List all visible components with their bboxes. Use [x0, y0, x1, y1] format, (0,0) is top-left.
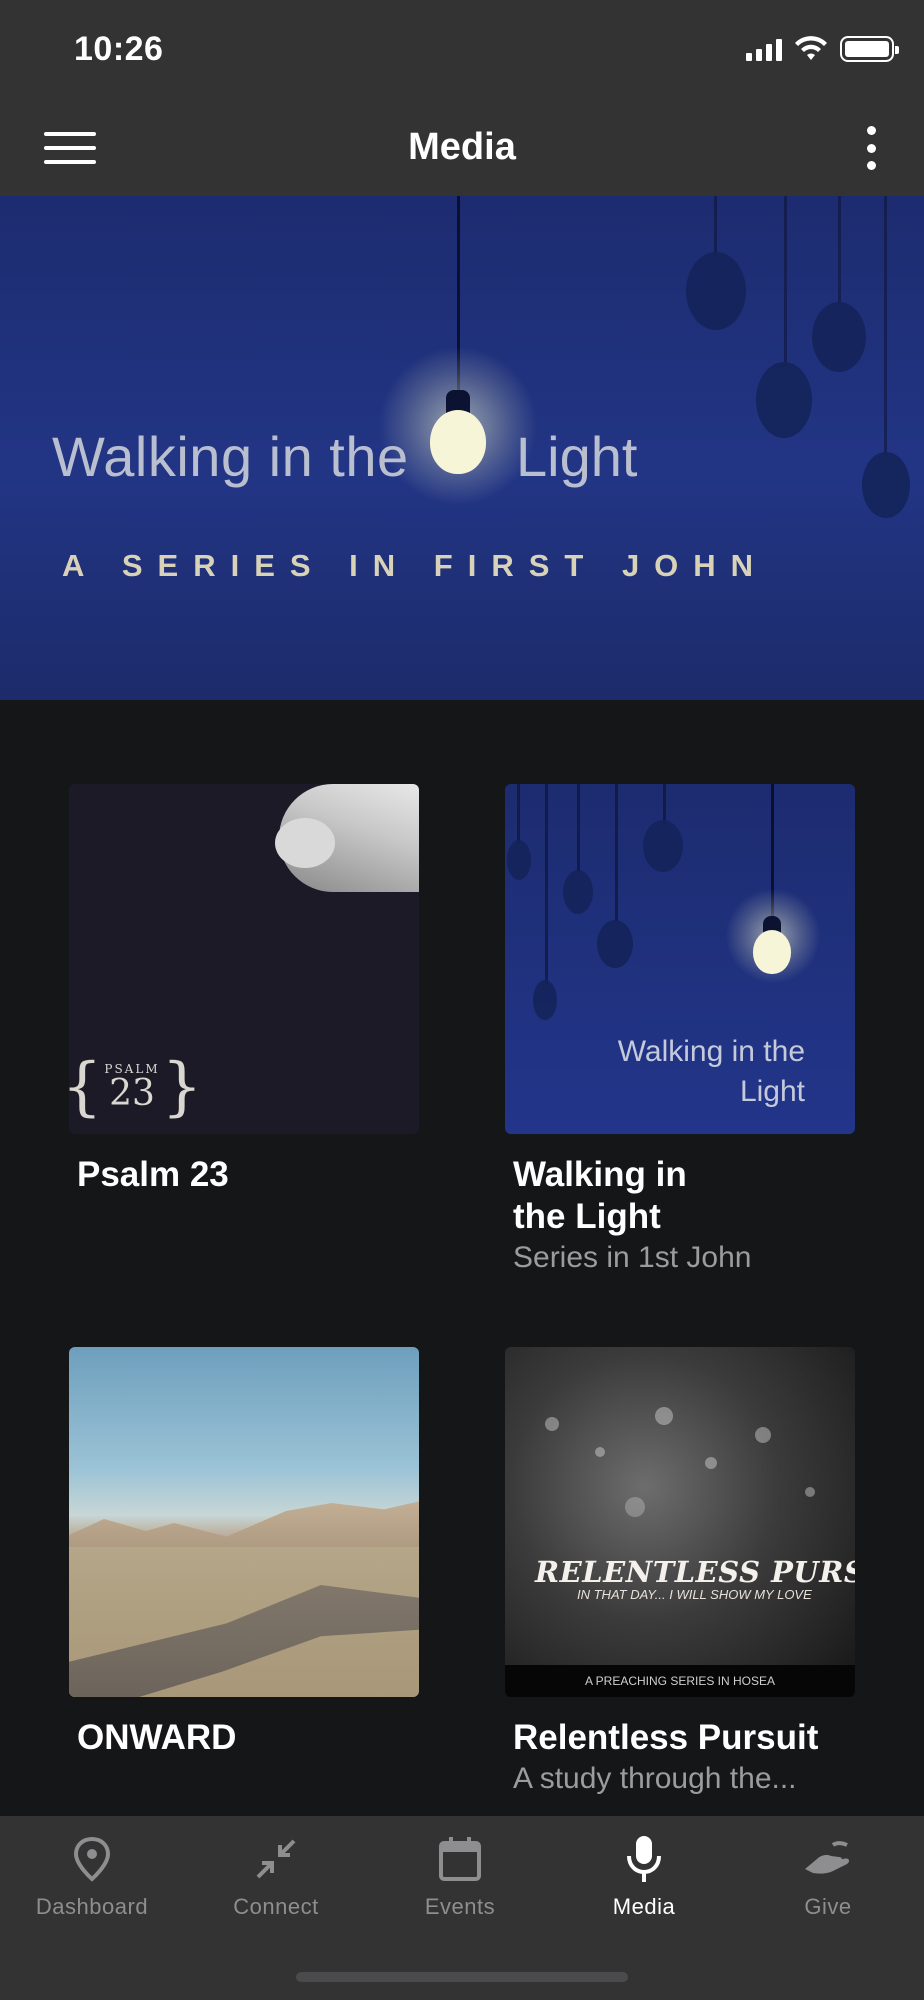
media-card-psalm-23[interactable]: { PSALM 23 } Psalm 23 [69, 784, 419, 1196]
card-title: Relentless Pursuit [513, 1718, 819, 1757]
card-subtitle: A study through the... [513, 1762, 797, 1795]
map-pin-icon [73, 1836, 111, 1882]
battery-icon [840, 36, 899, 62]
nav-bar: Media [0, 100, 924, 196]
artwork-band: A PREACHING SERIES IN HOSEA [505, 1665, 855, 1697]
card-title: ONWARD [77, 1718, 237, 1757]
artwork-subtitle: IN THAT DAY... I WILL SHOW MY LOVE [577, 1587, 812, 1602]
artwork-title: RELENTLESS PURSUIT [535, 1555, 855, 1589]
give-hand-icon [805, 1841, 850, 1874]
cellular-signal-icon [746, 37, 782, 61]
media-card-relentless-pursuit[interactable]: RELENTLESS PURSUIT IN THAT DAY... I WILL… [505, 1347, 855, 1799]
series-artwork: { PSALM 23 } [69, 784, 419, 1134]
tab-events[interactable]: Events [368, 1834, 552, 1934]
tab-dashboard[interactable]: Dashboard [0, 1834, 184, 1934]
artwork-text: Walking in the Light [617, 1035, 805, 1108]
card-subtitle: Series in 1st John [513, 1241, 752, 1274]
series-artwork: Walking in the Light [505, 784, 855, 1134]
hero-subtitle: A SERIES IN FIRST JOHN [62, 548, 769, 583]
psalm-logo: { PSALM 23 } [69, 1050, 203, 1124]
calendar-icon [439, 1837, 481, 1881]
media-card-walking-in-the-light[interactable]: Walking in the Light Walking in the Ligh… [505, 784, 855, 1278]
home-indicator [296, 1972, 628, 1982]
status-time: 10:26 [74, 30, 164, 68]
status-icons [746, 36, 899, 62]
featured-series-banner[interactable]: Walking in the Light A SERIES IN FIRST J… [0, 196, 924, 700]
series-artwork: RELENTLESS PURSUIT IN THAT DAY... I WILL… [505, 1347, 855, 1697]
card-title: Psalm 23 [77, 1155, 229, 1194]
tab-media[interactable]: Media [552, 1834, 736, 1934]
more-options-icon[interactable] [856, 122, 886, 174]
hero-title-right: Light [516, 425, 638, 488]
tab-connect[interactable]: Connect [184, 1834, 368, 1934]
series-artwork [69, 1347, 419, 1697]
sheep-image [275, 784, 419, 892]
hero-title-left: Walking in the [52, 425, 409, 488]
status-bar: 10:26 [0, 0, 924, 100]
collapse-arrows-icon [256, 1839, 296, 1879]
microphone-icon [627, 1836, 661, 1882]
page-title: Media [408, 126, 516, 168]
card-title: Walking in the Light [513, 1155, 687, 1236]
wifi-icon [795, 36, 827, 60]
tab-give[interactable]: Give [736, 1834, 920, 1934]
media-card-onward[interactable]: ONWARD [69, 1347, 419, 1759]
media-grid: { PSALM 23 } Psalm 23 [0, 700, 924, 1816]
